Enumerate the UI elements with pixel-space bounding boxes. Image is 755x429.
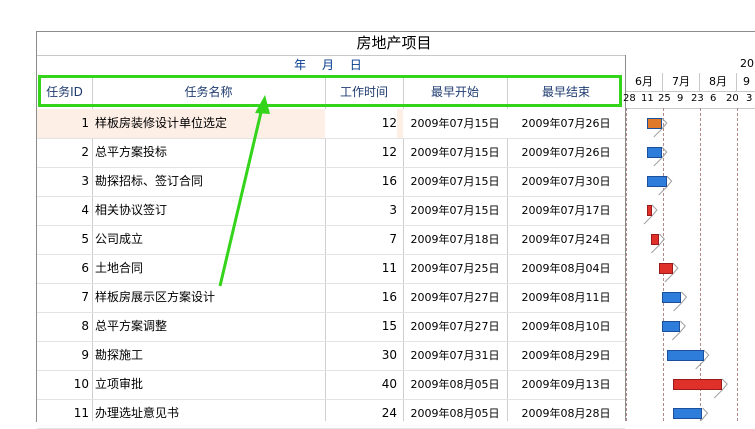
gantt-links	[643, 117, 728, 421]
duration-cell[interactable]: 11	[325, 254, 397, 283]
gantt-chart: 20 6月 7月 8月 9 28 11 25 9 23 6 20 3	[623, 55, 755, 421]
start-date-cell[interactable]: 2009年07月25日	[403, 254, 507, 283]
gantt-bar[interactable]	[646, 147, 662, 158]
duration-cell[interactable]: 15	[325, 312, 397, 341]
start-date-cell[interactable]: 2009年07月18日	[403, 225, 507, 254]
task-name-cell[interactable]: 总平方案投标	[95, 138, 320, 167]
task-name-cell[interactable]: 立项审批	[95, 370, 320, 399]
gantt-bar[interactable]	[661, 321, 681, 332]
task-id-cell[interactable]: 10	[37, 370, 89, 399]
duration-cell[interactable]: 12	[325, 109, 397, 138]
end-date-cell[interactable]: 2009年07月24日	[507, 225, 625, 254]
start-date-cell[interactable]: 2009年07月15日	[403, 109, 507, 138]
task-name-cell[interactable]: 勘探招标、签订合同	[95, 167, 320, 196]
end-date-cell[interactable]: 2009年07月30日	[507, 167, 625, 196]
task-id-cell[interactable]: 7	[37, 283, 89, 312]
end-date-cell[interactable]: 2009年08月04日	[507, 254, 625, 283]
task-id-cell[interactable]: 1	[37, 109, 89, 138]
task-id-cell[interactable]: 11	[37, 399, 89, 428]
start-date-cell[interactable]: 2009年08月05日	[403, 399, 507, 428]
duration-cell[interactable]: 16	[325, 167, 397, 196]
table-row[interactable]: 5 公司成立 7 2009年07月18日 2009年07月24日	[37, 225, 625, 255]
end-date-cell[interactable]: 2009年08月29日	[507, 341, 625, 370]
gantt-bar[interactable]	[661, 292, 682, 303]
end-date-cell[interactable]: 2009年09月13日	[507, 370, 625, 399]
start-date-cell[interactable]: 2009年07月15日	[403, 167, 507, 196]
start-date-cell[interactable]: 2009年07月27日	[403, 312, 507, 341]
end-date-cell[interactable]: 2009年08月11日	[507, 283, 625, 312]
gantt-bar[interactable]	[650, 234, 660, 245]
duration-cell[interactable]: 12	[325, 138, 397, 167]
start-date-cell[interactable]: 2009年07月31日	[403, 341, 507, 370]
end-date-cell[interactable]: 2009年07月26日	[507, 109, 625, 138]
task-name-cell[interactable]: 样板房展示区方案设计	[95, 283, 320, 312]
start-date-cell[interactable]: 2009年07月15日	[403, 138, 507, 167]
table-row[interactable]: 8 总平方案调整 15 2009年07月27日 2009年08月10日	[37, 312, 625, 342]
table-row[interactable]: 3 勘探招标、签订合同 16 2009年07月15日 2009年07月30日	[37, 167, 625, 197]
duration-cell[interactable]: 24	[325, 399, 397, 428]
task-name-cell[interactable]: 公司成立	[95, 225, 320, 254]
task-name-cell[interactable]: 土地合同	[95, 254, 320, 283]
gantt-bar[interactable]	[672, 379, 723, 390]
duration-cell[interactable]: 16	[325, 283, 397, 312]
task-name-cell[interactable]: 相关协议签订	[95, 196, 320, 225]
gantt-bar[interactable]	[666, 350, 704, 361]
end-date-cell[interactable]: 2009年07月17日	[507, 196, 625, 225]
task-name-cell[interactable]: 样板房装修设计单位选定	[95, 109, 320, 138]
gantt-bar[interactable]	[646, 205, 652, 216]
duration-cell[interactable]: 7	[325, 225, 397, 254]
task-id-cell[interactable]: 4	[37, 196, 89, 225]
date-label: 年 月 日	[37, 55, 625, 76]
task-id-cell[interactable]: 9	[37, 341, 89, 370]
table-row[interactable]: 7 样板房展示区方案设计 16 2009年07月27日 2009年08月11日	[37, 283, 625, 313]
table-row[interactable]: 4 相关协议签订 3 2009年07月15日 2009年07月17日	[37, 196, 625, 226]
task-name-cell[interactable]: 勘探施工	[95, 341, 320, 370]
task-id-cell[interactable]: 5	[37, 225, 89, 254]
table-row[interactable]: 2 总平方案投标 12 2009年07月15日 2009年07月26日	[37, 138, 625, 168]
task-name-cell[interactable]: 办理选址意见书	[95, 399, 320, 428]
task-id-cell[interactable]: 6	[37, 254, 89, 283]
gantt-bar[interactable]	[646, 176, 667, 187]
header-highlight-box	[38, 75, 622, 107]
end-date-cell[interactable]: 2009年08月28日	[507, 399, 625, 428]
duration-cell[interactable]: 30	[325, 341, 397, 370]
table-row[interactable]: 11 办理选址意见书 24 2009年08月05日 2009年08月28日	[37, 399, 625, 429]
table-row[interactable]: 1 样板房装修设计单位选定 12 2009年07月15日 2009年07月26日	[37, 109, 625, 139]
end-date-cell[interactable]: 2009年07月26日	[507, 138, 625, 167]
duration-cell[interactable]: 40	[325, 370, 397, 399]
duration-cell[interactable]: 3	[325, 196, 397, 225]
task-id-cell[interactable]: 3	[37, 167, 89, 196]
task-id-cell[interactable]: 2	[37, 138, 89, 167]
gantt-bar[interactable]	[646, 118, 662, 129]
start-date-cell[interactable]: 2009年07月27日	[403, 283, 507, 312]
end-date-cell[interactable]: 2009年08月10日	[507, 312, 625, 341]
table-row[interactable]: 9 勘探施工 30 2009年07月31日 2009年08月29日	[37, 341, 625, 371]
gantt-bar[interactable]	[672, 408, 703, 419]
task-name-cell[interactable]: 总平方案调整	[95, 312, 320, 341]
start-date-cell[interactable]: 2009年07月15日	[403, 196, 507, 225]
project-title: 房地产项目	[356, 34, 432, 52]
task-id-cell[interactable]: 8	[37, 312, 89, 341]
table-row[interactable]: 6 土地合同 11 2009年07月25日 2009年08月04日	[37, 254, 625, 284]
gantt-bar[interactable]	[659, 263, 673, 274]
table-row[interactable]: 10 立项审批 40 2009年08月05日 2009年09月13日	[37, 370, 625, 400]
start-date-cell[interactable]: 2009年08月05日	[403, 370, 507, 399]
